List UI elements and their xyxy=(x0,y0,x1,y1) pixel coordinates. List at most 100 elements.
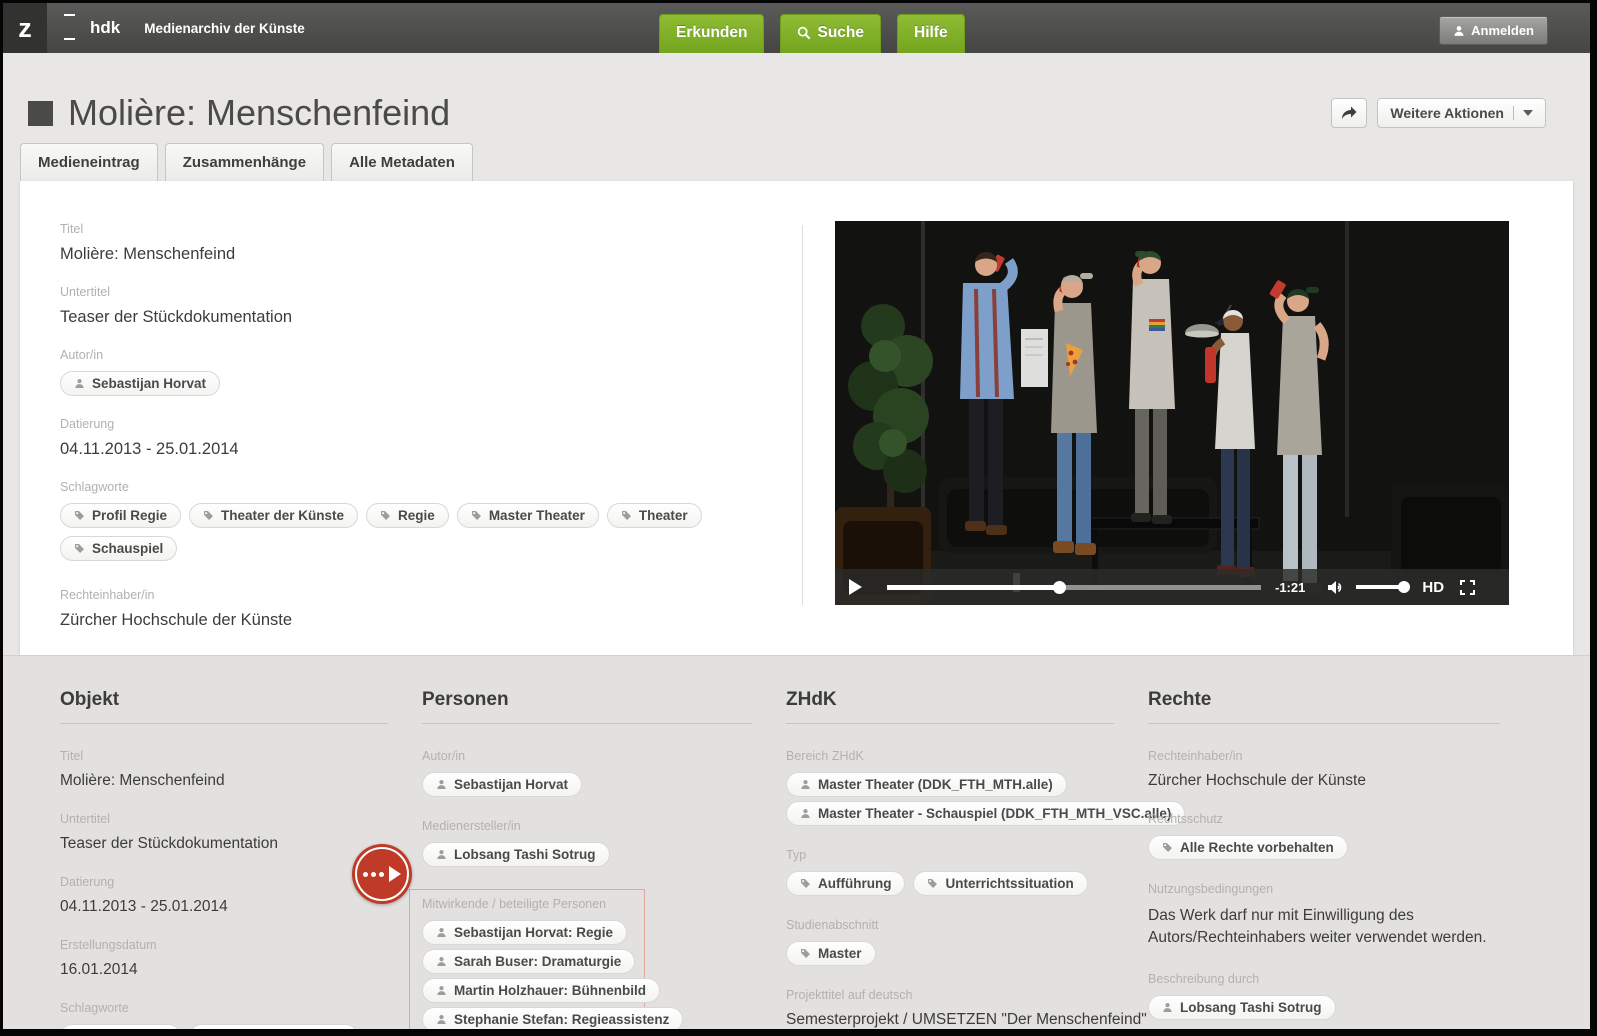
volume-slider[interactable] xyxy=(1356,585,1408,589)
pill-label: Theater der Künste xyxy=(221,508,344,523)
more-actions-button[interactable]: Weitere Aktionen xyxy=(1377,98,1546,128)
fullscreen-button[interactable] xyxy=(1460,580,1475,595)
explore-button[interactable]: Erkunden xyxy=(659,14,764,53)
media-entry-panel: Titel Molière: Menschenfeind Untertitel … xyxy=(20,181,1573,655)
field-label: Datierung xyxy=(60,875,388,889)
pill-label: Stephanie Stefan: Regieassistenz xyxy=(454,1012,669,1027)
search-button[interactable]: Suche xyxy=(780,14,881,53)
field-titel: Titel Molière: Menschenfeind xyxy=(60,222,802,264)
tag-icon xyxy=(380,510,391,521)
keyword-pill[interactable]: Profil Regie xyxy=(60,503,181,528)
logo-hdk-text: hdk xyxy=(90,18,120,38)
time-remaining: -1:21 xyxy=(1275,580,1305,595)
field-label: Schlagworte xyxy=(60,1001,388,1015)
progress-handle[interactable] xyxy=(1053,581,1066,594)
help-button[interactable]: Hilfe xyxy=(897,14,965,53)
column-heading: Personen xyxy=(422,689,752,724)
progress-bar[interactable] xyxy=(887,585,1261,590)
keyword-pill[interactable]: Aufführung xyxy=(786,871,905,896)
tab-label: Alle Metadaten xyxy=(349,154,455,171)
person-pill[interactable]: Sebastijan Horvat: Regie xyxy=(422,920,627,945)
person-icon xyxy=(1162,1002,1173,1013)
person-icon xyxy=(436,1014,447,1025)
zhdk-logo[interactable]: z xyxy=(3,3,47,53)
button-separator xyxy=(1513,106,1514,120)
field-value: Teaser der Stückdokumentation xyxy=(60,308,802,327)
top-navbar: z hdk Medienarchiv der Künste Erkunden S… xyxy=(3,3,1590,53)
person-pill[interactable]: Sebastijan Horvat xyxy=(422,772,582,797)
logo-z-letter: z xyxy=(18,13,32,44)
group-pill[interactable]: Master Theater - Schauspiel (DDK_FTH_MTH… xyxy=(786,801,1185,826)
keyword-pill[interactable]: Master xyxy=(786,941,876,966)
field-rechtsschutz: Rechtsschutz Alle Rechte vorbehalten xyxy=(1148,812,1500,860)
column-heading: Rechte xyxy=(1148,689,1500,724)
entry-metadata: Titel Molière: Menschenfeind Untertitel … xyxy=(20,181,802,655)
ellipsis-arrow-button[interactable] xyxy=(352,844,412,904)
person-icon xyxy=(800,779,811,790)
tab-medieneintrag[interactable]: Medieneintrag xyxy=(20,143,158,181)
keyword-pill[interactable]: Alle Rechte vorbehalten xyxy=(1148,835,1348,860)
person-pill[interactable]: Sarah Buser: Dramaturgie xyxy=(422,949,635,974)
field-label: Projekttitel auf deutsch xyxy=(786,988,1114,1002)
share-button[interactable] xyxy=(1331,98,1367,128)
volume-handle[interactable] xyxy=(1398,581,1410,593)
keyword-pill[interactable]: Master Theater xyxy=(457,503,599,528)
user-icon xyxy=(1453,25,1465,37)
tab-zusammenhaenge[interactable]: Zusammenhänge xyxy=(165,143,324,181)
field-mitwirkende-highlighted: Mitwirkende / beteiligte Personen Sebast… xyxy=(409,889,645,1029)
page-header: Molière: Menschenfeind Weitere Aktionen xyxy=(3,53,1590,143)
field-untertitel: Untertitel Teaser der Stückdokumentation xyxy=(60,812,388,853)
video-player[interactable]: -1:21 HD xyxy=(835,221,1509,605)
field-value: Semesterprojekt / UMSETZEN "Der Menschen… xyxy=(786,1011,1114,1029)
field-label: Autor/in xyxy=(422,749,752,763)
person-pill[interactable]: Sebastijan Horvat xyxy=(60,371,220,396)
keyword-pill[interactable]: Unterrichtssituation xyxy=(913,871,1087,896)
all-metadata-section: Objekt Titel Molière: Menschenfeind Unte… xyxy=(3,655,1590,1029)
person-icon xyxy=(800,808,811,819)
field-typ: Typ Aufführung Unterrichtssituation xyxy=(786,848,1114,896)
pill-label: Master Theater - Schauspiel (DDK_FTH_MTH… xyxy=(818,806,1171,821)
field-label: Rechteinhaber/in xyxy=(60,588,802,602)
pill-label: Profil Regie xyxy=(92,508,167,523)
pill-label: Lobsang Tashi Sotrug xyxy=(1180,1000,1322,1015)
field-label: Datierung xyxy=(60,417,802,431)
pill-label: Master Theater xyxy=(489,508,585,523)
person-pill[interactable]: Stephanie Stefan: Regieassistenz xyxy=(422,1007,683,1029)
tag-icon xyxy=(74,510,85,521)
person-icon xyxy=(436,956,447,967)
keyword-pill[interactable]: Regie xyxy=(366,503,449,528)
field-label: Medienersteller/in xyxy=(422,819,752,833)
field-rechteinhaber: Rechteinhaber/in Zürcher Hochschule der … xyxy=(60,588,802,630)
app-title: Medienarchiv der Künste xyxy=(144,21,305,36)
pill-label: Sebastijan Horvat xyxy=(454,777,568,792)
pill-label: Lobsang Tashi Sotrug xyxy=(454,847,596,862)
group-pill[interactable]: Master Theater (DDK_FTH_MTH.alle) xyxy=(786,772,1067,797)
dot xyxy=(379,872,384,877)
play-button[interactable] xyxy=(848,579,870,595)
person-icon xyxy=(436,985,447,996)
volume-button[interactable] xyxy=(1327,580,1344,595)
person-pill[interactable]: Martin Holzhauer: Bühnenbild xyxy=(422,978,660,1003)
pill-label: Theater xyxy=(639,508,688,523)
person-pill[interactable]: Lobsang Tashi Sotrug xyxy=(422,842,610,867)
keyword-pill[interactable]: Theater der Künste xyxy=(189,503,358,528)
tag-icon xyxy=(1162,842,1173,853)
field-value: 16.01.2014 xyxy=(60,961,388,979)
field-value: Zürcher Hochschule der Künste xyxy=(1148,772,1500,790)
keyword-pill[interactable]: Theater der Künste xyxy=(189,1024,358,1029)
login-button[interactable]: Anmelden xyxy=(1439,16,1548,45)
field-nutzungsbedingungen: Nutzungsbedingungen Das Werk darf nur mi… xyxy=(1148,882,1500,950)
field-label: Beschreibung durch xyxy=(1148,972,1500,986)
nav-buttons: Erkunden Suche Hilfe xyxy=(659,14,965,53)
keyword-pill[interactable]: Profil Regie xyxy=(60,1024,181,1029)
keyword-pill[interactable]: Theater xyxy=(607,503,702,528)
keyword-pill[interactable]: Schauspiel xyxy=(60,536,177,561)
field-value: Zürcher Hochschule der Künste xyxy=(60,611,802,630)
field-schlagworte: Schlagworte Profil Regie Theater der Kün… xyxy=(60,480,802,561)
person-pill[interactable]: Lobsang Tashi Sotrug xyxy=(1148,995,1336,1020)
column-heading: ZHdK xyxy=(786,689,1114,724)
field-untertitel: Untertitel Teaser der Stückdokumentation xyxy=(60,285,802,327)
field-value: 04.11.2013 - 25.01.2014 xyxy=(60,898,388,916)
column-zhdk: ZHdK Bereich ZHdK Master Theater (DDK_FT… xyxy=(786,689,1114,1029)
tab-alle-metadaten[interactable]: Alle Metadaten xyxy=(331,143,473,181)
